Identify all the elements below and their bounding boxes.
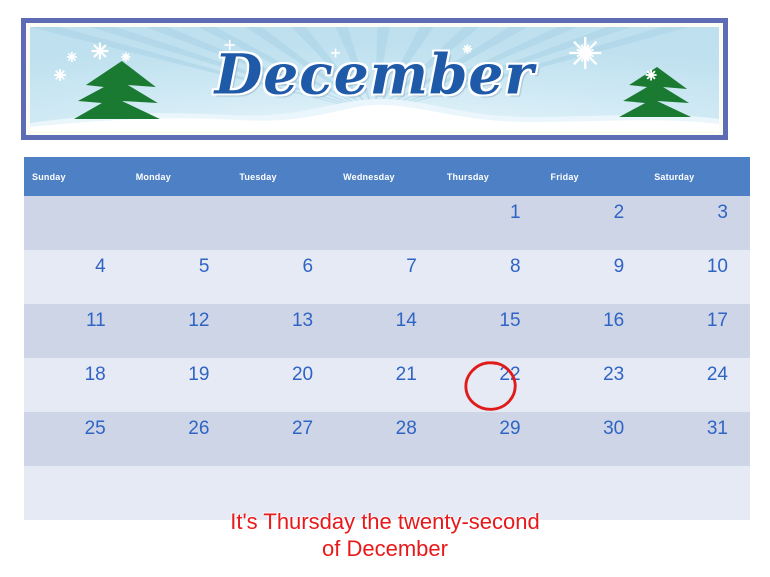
day-number: 14 — [395, 310, 417, 331]
day-number: 11 — [85, 310, 106, 331]
day-number: 4 — [95, 256, 106, 277]
calendar-day-cell[interactable]: 31 — [646, 412, 750, 466]
day-number: 9 — [613, 256, 625, 277]
calendar-day-cell[interactable]: 17 — [646, 304, 750, 358]
day-number: 20 — [291, 364, 314, 385]
day-number: 6 — [302, 256, 314, 277]
day-number: 10 — [706, 256, 728, 277]
weekday-header-friday: Friday — [542, 157, 647, 196]
calendar-day-cell-highlighted[interactable]: 22 — [438, 358, 543, 412]
calendar-week-row: 4 5 6 7 8 9 10 — [24, 250, 750, 304]
calendar-day-cell[interactable]: 14 — [335, 304, 439, 358]
day-number: 24 — [706, 364, 728, 385]
calendar-table: Sunday Monday Tuesday Wednesday Thursday… — [24, 157, 750, 520]
calendar-day-cell[interactable]: 10 — [646, 250, 750, 304]
calendar-day-cell[interactable]: 18 — [24, 358, 128, 412]
calendar-week-row: 18 19 20 21 22 23 24 — [24, 358, 750, 412]
calendar-day-cell[interactable]: 20 — [231, 358, 336, 412]
calendar-day-cell[interactable]: 7 — [335, 250, 439, 304]
date-caption: It's Thursday the twenty-second of Decem… — [230, 509, 540, 561]
weekday-header-monday: Monday — [127, 157, 232, 196]
day-number: 16 — [603, 310, 625, 331]
day-number: 5 — [198, 256, 210, 277]
weekday-header-wednesday: Wednesday — [335, 157, 439, 196]
calendar-week-row: 25 26 27 28 29 30 31 — [24, 412, 750, 466]
month-banner-mat: December — [26, 23, 723, 135]
calendar-day-cell[interactable]: 15 — [438, 304, 543, 358]
day-number: 23 — [603, 364, 625, 385]
day-number: 18 — [84, 364, 106, 385]
calendar-day-cell[interactable]: 16 — [542, 304, 647, 358]
winter-scene-illustration: December — [30, 27, 719, 131]
calendar-day-cell[interactable]: 24 — [646, 358, 750, 412]
calendar-day-cell[interactable]: 25 — [24, 412, 128, 466]
day-number: 8 — [509, 256, 521, 277]
calendar-day-cell[interactable]: 5 — [127, 250, 232, 304]
calendar-day-cell[interactable]: 11 — [24, 304, 128, 358]
day-number: 25 — [84, 418, 106, 439]
day-number: 22 — [499, 364, 521, 385]
weekday-header-sunday: Sunday — [24, 157, 128, 196]
calendar-day-cell[interactable]: 13 — [231, 304, 336, 358]
calendar-day-cell[interactable]: 3 — [646, 196, 750, 250]
calendar-header-row: Sunday Monday Tuesday Wednesday Thursday… — [24, 157, 750, 196]
calendar-day-cell[interactable]: 23 — [542, 358, 647, 412]
day-number: 29 — [499, 418, 521, 439]
day-number: 27 — [291, 418, 314, 439]
day-number: 28 — [395, 418, 417, 439]
calendar-day-cell[interactable]: 4 — [24, 250, 128, 304]
calendar-day-cell[interactable]: 9 — [542, 250, 647, 304]
calendar-day-cell[interactable]: 19 — [127, 358, 232, 412]
winter-scene-svg — [30, 27, 719, 131]
day-number: 2 — [613, 202, 625, 223]
calendar-day-cell[interactable] — [24, 196, 128, 250]
calendar-day-cell[interactable]: 27 — [231, 412, 336, 466]
month-banner-frame: December — [21, 18, 728, 140]
calendar-day-cell[interactable] — [127, 196, 232, 250]
day-number: 3 — [717, 202, 728, 223]
day-number: 13 — [291, 310, 314, 331]
calendar-day-cell[interactable]: 12 — [127, 304, 232, 358]
day-number: 31 — [706, 418, 728, 439]
day-number: 19 — [188, 364, 210, 385]
calendar-day-cell[interactable]: 30 — [542, 412, 647, 466]
day-number: 7 — [406, 256, 417, 277]
day-number: 15 — [499, 310, 521, 331]
calendar-day-cell[interactable] — [231, 196, 336, 250]
calendar-week-row: 11 12 13 14 15 16 17 — [24, 304, 750, 358]
calendar-day-cell[interactable]: 28 — [335, 412, 439, 466]
calendar-day-cell[interactable]: 1 — [438, 196, 543, 250]
calendar-day-cell[interactable] — [335, 196, 439, 250]
calendar-day-cell[interactable]: 26 — [127, 412, 232, 466]
weekday-header-thursday: Thursday — [438, 157, 543, 196]
calendar-day-cell[interactable]: 21 — [335, 358, 439, 412]
calendar-day-cell[interactable]: 8 — [438, 250, 543, 304]
day-number: 12 — [188, 310, 210, 331]
day-number: 30 — [603, 418, 625, 439]
calendar-day-cell[interactable]: 6 — [231, 250, 336, 304]
calendar-day-cell[interactable]: 29 — [438, 412, 543, 466]
day-number: 26 — [188, 418, 210, 439]
weekday-header-saturday: Saturday — [646, 157, 750, 196]
day-number: 21 — [395, 364, 417, 385]
weekday-header-tuesday: Tuesday — [231, 157, 336, 196]
day-number: 1 — [509, 202, 521, 223]
calendar-week-row: 1 2 3 — [24, 196, 750, 250]
calendar-day-cell[interactable]: 2 — [542, 196, 647, 250]
day-number: 17 — [706, 310, 728, 331]
